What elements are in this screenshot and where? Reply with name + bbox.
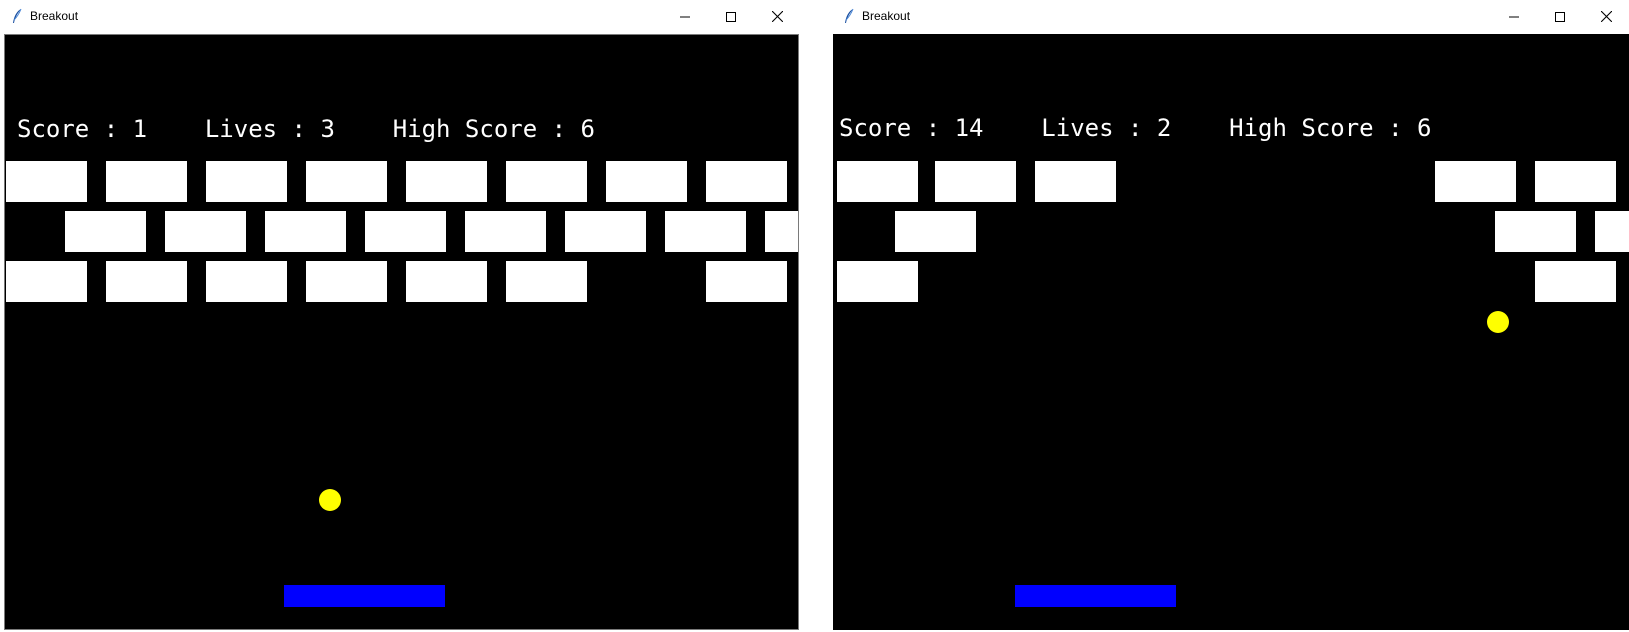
- feather-icon: [13, 8, 22, 23]
- ball: [319, 489, 341, 511]
- brick: [306, 261, 387, 302]
- window-title: Breakout: [862, 9, 911, 23]
- brick: [837, 261, 918, 302]
- paddle[interactable]: [1015, 585, 1176, 607]
- brick: [895, 211, 976, 252]
- brick: [1535, 261, 1616, 302]
- brick: [65, 211, 146, 252]
- brick: [935, 161, 1016, 202]
- ball: [1487, 311, 1509, 333]
- game-canvas[interactable]: Score : 14 Lives : 2 High Score : 6: [833, 34, 1629, 630]
- brick: [565, 211, 646, 252]
- minimize-icon: [1509, 16, 1519, 17]
- brick: [106, 261, 187, 302]
- brick: [206, 261, 287, 302]
- lives-label: Lives : 2: [1041, 114, 1172, 142]
- brick: [1535, 161, 1616, 202]
- title-bar[interactable]: Breakout: [0, 0, 800, 33]
- brick: [465, 211, 546, 252]
- brick: [606, 161, 687, 202]
- close-icon: [771, 11, 783, 22]
- score-label: Score : 14: [839, 114, 984, 142]
- brick: [6, 261, 87, 302]
- brick: [406, 261, 487, 302]
- brick: [837, 161, 918, 202]
- brick: [1435, 161, 1516, 202]
- brick: [365, 211, 446, 252]
- paddle[interactable]: [284, 585, 445, 607]
- brick: [706, 161, 787, 202]
- brick: [506, 161, 587, 202]
- close-button[interactable]: [754, 0, 800, 33]
- maximize-icon: [1555, 11, 1565, 22]
- brick: [1035, 161, 1116, 202]
- window-title: Breakout: [30, 9, 79, 23]
- hud: Score : 1 Lives : 3 High Score : 6: [17, 117, 595, 141]
- brick: [265, 211, 346, 252]
- brick: [765, 211, 798, 252]
- brick: [506, 261, 587, 302]
- feather-icon: [845, 8, 854, 23]
- brick: [665, 211, 746, 252]
- high-score-label: High Score : 6: [1229, 114, 1432, 142]
- minimize-icon: [680, 16, 690, 17]
- brick: [6, 161, 87, 202]
- brick: [306, 161, 387, 202]
- minimize-button[interactable]: [662, 0, 708, 33]
- hud: Score : 14 Lives : 2 High Score : 6: [839, 116, 1431, 140]
- close-icon: [1600, 11, 1612, 22]
- brick: [706, 261, 787, 302]
- high-score-label: High Score : 6: [392, 115, 595, 143]
- game-canvas[interactable]: Score : 1 Lives : 3 High Score : 6: [4, 34, 799, 630]
- game-window-1: Breakout Score : 1 Lives : 3 High Score …: [0, 0, 800, 632]
- maximize-button[interactable]: [708, 0, 754, 33]
- lives-label: Lives : 3: [204, 115, 335, 143]
- brick: [106, 161, 187, 202]
- title-bar[interactable]: Breakout: [832, 0, 1629, 33]
- score-label: Score : 1: [17, 115, 148, 143]
- brick: [1595, 211, 1629, 252]
- maximize-button[interactable]: [1537, 0, 1583, 33]
- brick: [206, 161, 287, 202]
- minimize-button[interactable]: [1491, 0, 1537, 33]
- close-button[interactable]: [1583, 0, 1629, 33]
- brick: [1495, 211, 1576, 252]
- brick: [406, 161, 487, 202]
- game-window-2: Breakout Score : 14 Lives : 2 High Score…: [832, 0, 1629, 632]
- brick: [165, 211, 246, 252]
- maximize-icon: [726, 11, 736, 22]
